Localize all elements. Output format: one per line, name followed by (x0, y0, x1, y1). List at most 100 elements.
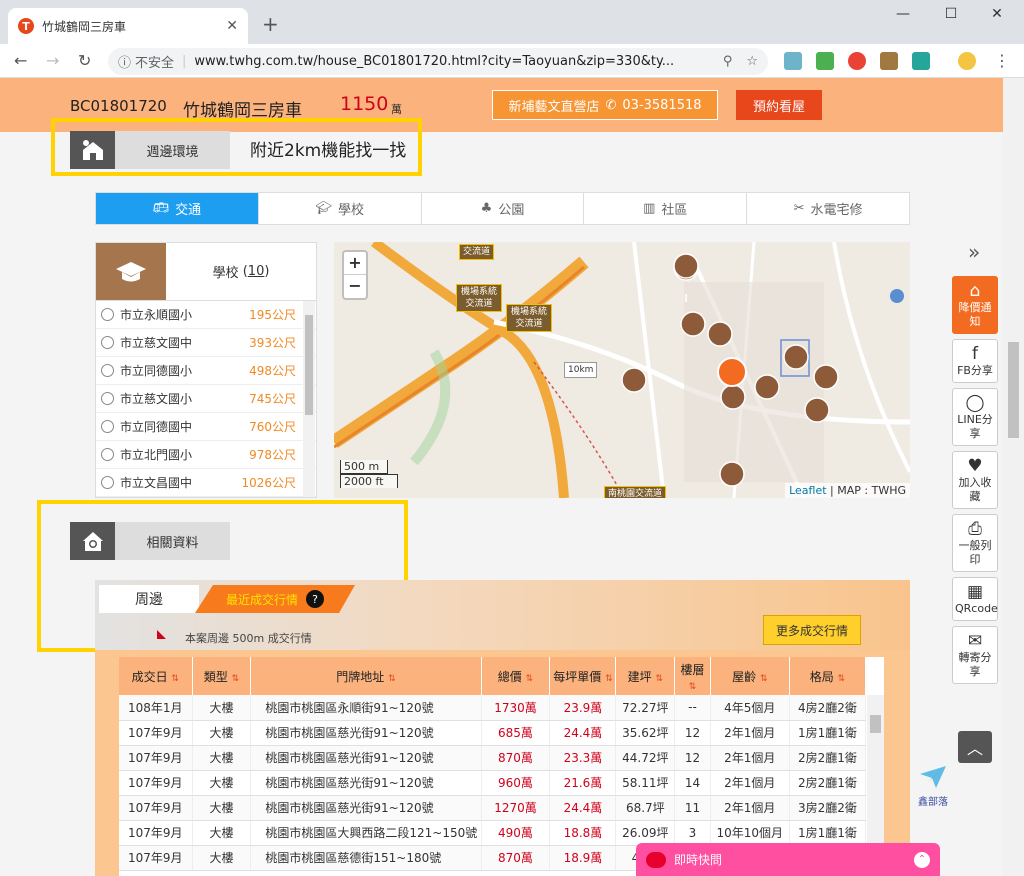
graduation-cap-icon (101, 364, 114, 377)
sidebar-item-label: 轉寄分享 (958, 651, 992, 678)
maximize-button[interactable]: ☐ (936, 6, 966, 22)
table-cell: 大樓 (192, 695, 252, 721)
extension-icon[interactable] (880, 52, 898, 70)
column-header[interactable]: 格局 ⇅ (789, 657, 867, 695)
tab-traffic[interactable]: 🚌︎ 交通 (96, 193, 259, 224)
table-cell: 1730萬 (481, 695, 551, 721)
table-row[interactable]: 107年9月 大樓 桃園市桃園區慈光街91~120號 870萬 23.3萬 44.72坪 1… (119, 745, 867, 771)
sidebar-item-line[interactable]: ◯ LINE分享 (952, 388, 998, 446)
table-row[interactable]: 107年9月 大樓 桃園市桃園區慈光街91~120號 960萬 21.6萬 58.11坪 1… (119, 770, 867, 796)
column-header[interactable]: 門牌地址 ⇅ (250, 657, 482, 695)
tab-school[interactable]: 🎓︎ 學校 (259, 193, 422, 224)
tab-recent-trades[interactable]: 最近成交行情 ? (195, 585, 355, 613)
list-item[interactable]: 市立同德國中 760公尺 (96, 413, 316, 441)
bus-icon: 🚌︎ (152, 201, 170, 216)
table-cell: 107年9月 (119, 820, 193, 846)
sidebar-item-label: 一般列印 (958, 539, 992, 566)
tab-repair[interactable]: ✂ 水電宅修 (747, 193, 909, 224)
table-row[interactable]: 108年1月 大樓 桃園市桃園區永順街91~120號 1730萬 23.9萬 72.27坪… (119, 695, 867, 721)
url-text[interactable]: www.twhg.com.tw/house_BC01801720.html?ci… (194, 54, 714, 69)
list-item[interactable]: 市立慈文國中 393公尺 (96, 329, 316, 357)
sidebar-item-printer[interactable]: ⎙ 一般列印 (952, 514, 998, 572)
table-row[interactable]: 107年9月 大樓 桃園市桃園區慈光街91~120號 685萬 24.4萬 35.62坪 1… (119, 720, 867, 746)
list-item[interactable]: 市立文昌國中 1026公尺 (96, 469, 316, 497)
table-cell: 960萬 (481, 770, 551, 796)
sidebar-item-label: 降價通知 (958, 301, 992, 328)
table-cell: 桃園市桃園區慈德街151~180號 (250, 845, 482, 871)
school-list-panel: 學校 (10) 市立永順國小 195公尺 市立慈文國中 393公尺 市立同德國小 498公… (95, 242, 317, 498)
leaflet-link[interactable]: Leaflet (789, 484, 826, 497)
book-viewing-button[interactable]: 預約看屋 (736, 90, 822, 120)
table-row[interactable]: 107年9月 大樓 桃園市桃園區慈光街91~120號 1270萬 24.4萬 68.7坪 1… (119, 795, 867, 821)
table-cell: 大樓 (192, 820, 252, 846)
table-cell: 桃園市桃園區慈光街91~120號 (250, 770, 482, 796)
column-header[interactable]: 建坪 ⇅ (615, 657, 676, 695)
column-header[interactable]: 類型 ⇅ (192, 657, 252, 695)
star-icon[interactable]: ☆ (746, 54, 758, 69)
map-label: 機場系統交流道 (456, 284, 502, 312)
zoom-in-button[interactable]: + (344, 252, 366, 275)
column-header[interactable]: 每坪單價 ⇅ (549, 657, 617, 695)
list-item[interactable]: 市立慈文國小 745公尺 (96, 385, 316, 413)
table-cell: 2年1個月 (710, 745, 790, 771)
omnibox[interactable]: ⓘ 不安全 | www.twhg.com.tw/house_BC01801720… (108, 48, 768, 75)
extension-icon[interactable] (912, 52, 930, 70)
list-item[interactable]: 市立北門國小 978公尺 (96, 441, 316, 469)
sidebar-item-bell[interactable]: ⌂ 降價通知 (952, 276, 998, 334)
tab-community[interactable]: ▥ 社區 (584, 193, 748, 224)
minimize-button[interactable]: — (888, 6, 918, 22)
column-header[interactable]: 成交日 ⇅ (119, 657, 193, 695)
help-icon[interactable]: ? (306, 590, 324, 608)
table-cell: -- (674, 695, 711, 721)
table-cell: 4房2廳2衛 (789, 695, 867, 721)
more-trades-button[interactable]: 更多成交行情 (763, 615, 861, 645)
column-header[interactable]: 屋齡 ⇅ (710, 657, 790, 695)
info-icon[interactable]: ⓘ (118, 52, 131, 71)
chevron-up-icon[interactable]: ⌃ (914, 851, 930, 868)
menu-icon[interactable]: ⋮ (994, 51, 1010, 70)
store-phone-button[interactable]: 新埔藝文直營店 ✆ 03-3581518 (492, 90, 718, 120)
school-name: 市立同德國中 (120, 420, 193, 434)
reload-icon[interactable]: ↻ (78, 51, 91, 70)
zoom-out-button[interactable]: − (344, 275, 366, 298)
close-tab-icon[interactable]: ✕ (226, 18, 238, 34)
table-cell: 大樓 (192, 795, 252, 821)
phone-icon: ✆ (605, 97, 617, 113)
back-icon[interactable]: ← (14, 51, 27, 70)
table-row[interactable]: 107年9月 大樓 桃園市桃園區大興西路二段121~150號 490萬 18.8萬 26.… (119, 820, 867, 846)
page-scrollbar[interactable] (1003, 78, 1024, 876)
school-count-link[interactable]: 10 (248, 264, 265, 279)
trade-note: 本案周邊 500m 成交行情 (185, 632, 312, 645)
sort-icon: ⇅ (688, 681, 697, 692)
list-scrollbar[interactable] (303, 301, 315, 497)
extension-icon[interactable] (816, 52, 834, 70)
column-header[interactable]: 總價 ⇅ (481, 657, 551, 695)
profile-avatar[interactable] (958, 52, 976, 70)
new-tab-button[interactable]: + (262, 14, 279, 34)
browser-tabbar: T 竹城鶴岡三房車 ✕ + — ☐ ✕ (0, 0, 1024, 44)
sidebar-item-facebook[interactable]: f FB分享 (952, 339, 998, 383)
extension-icon[interactable] (784, 52, 802, 70)
chevron-up-icon: ︿ (966, 739, 983, 758)
table-cell: 870萬 (481, 745, 551, 771)
sidebar-item-mail[interactable]: ✉ 轉寄分享 (952, 626, 998, 684)
table-cell: 11 (674, 795, 711, 821)
search-icon[interactable]: ⚲ (723, 54, 733, 69)
chat-bar[interactable]: 即時快問 ⌃ (636, 843, 940, 876)
extension-icon[interactable] (848, 52, 866, 70)
back-to-top-button[interactable]: ︿ (958, 731, 992, 763)
tab-park[interactable]: ♣ 公園 (422, 193, 585, 224)
map-view[interactable]: 交流道 機場系統交流道 機場系統交流道 南桃園交流道 10km + − 500 … (334, 242, 910, 498)
sidebar-item-heart[interactable]: ♥ 加入收藏 (952, 451, 998, 509)
tab-nearby[interactable]: 周邊 (99, 585, 199, 613)
column-header[interactable]: 樓層 ⇅ (674, 657, 711, 695)
table-cell: 24.4萬 (549, 795, 617, 821)
graduation-cap-icon (101, 336, 114, 349)
forward-icon[interactable]: → (46, 51, 59, 70)
table-cell: 1房1廳1衛 (789, 820, 867, 846)
close-window-button[interactable]: ✕ (982, 6, 1012, 22)
list-item[interactable]: 市立同德國小 498公尺 (96, 357, 316, 385)
sidebar-item-qrcode[interactable]: ▦ QRcode (952, 577, 998, 621)
browser-tab[interactable]: T 竹城鶴岡三房車 ✕ (8, 8, 248, 44)
list-item[interactable]: 市立永順國小 195公尺 (96, 301, 316, 329)
